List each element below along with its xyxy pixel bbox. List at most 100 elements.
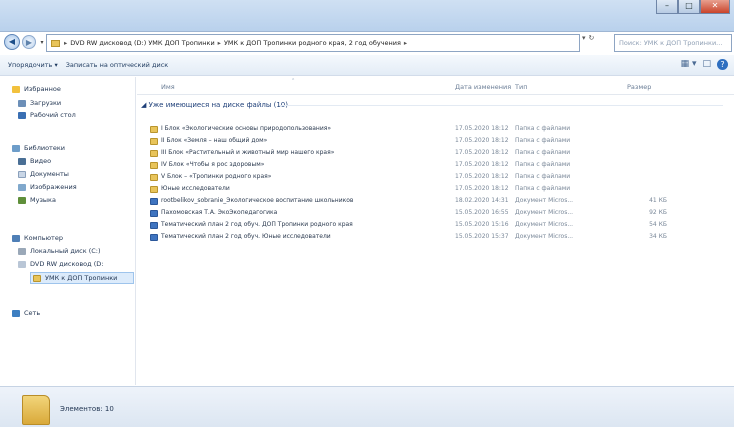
- folder-icon: [150, 174, 158, 181]
- library-icon: [12, 144, 20, 152]
- file-size: 34 КБ: [649, 233, 667, 240]
- preview-pane-icon[interactable]: □: [702, 59, 711, 70]
- sidebar-item-computer[interactable]: Компьютер: [12, 234, 63, 242]
- file-row[interactable]: Пахомовская Т.А. ЭкоЭкопедагогика 15.05.…: [137, 208, 734, 219]
- sidebar-item-label: Локальный диск (C:): [30, 247, 101, 255]
- desktop-icon: [18, 111, 26, 119]
- word-document-icon: [150, 198, 158, 205]
- sidebar-item-label: Библиотеки: [24, 144, 65, 152]
- sidebar-item-dvd[interactable]: DVD RW дисковод (D:: [18, 260, 103, 268]
- refresh-icon[interactable]: ↻: [589, 34, 595, 42]
- sidebar-item-libraries[interactable]: Библиотеки: [12, 144, 65, 152]
- sidebar-item-label: Избранное: [24, 85, 61, 93]
- file-row[interactable]: IV Блок «Чтобы я рос здоровым» 17.05.202…: [137, 160, 734, 171]
- file-type: Папка с файлами: [515, 173, 571, 180]
- burn-button[interactable]: Записать на оптический диск: [66, 61, 168, 69]
- sidebar-item-current-folder[interactable]: УМК к ДОП Тропинки: [30, 272, 134, 284]
- file-row[interactable]: Тематический план 2 год обуч. ДОП Тропин…: [137, 220, 734, 231]
- sidebar-item-favorites[interactable]: Избранное: [12, 85, 61, 93]
- file-date: 17.05.2020 18:12: [455, 173, 509, 180]
- address-controls: ▾ ↻: [582, 34, 594, 42]
- breadcrumb-dvd[interactable]: DVD RW дисковод (D:) УМК ДОП Тропинки: [70, 39, 214, 47]
- file-name: II Блок «Земля – наш общий дом»: [161, 137, 268, 144]
- sidebar-item-network[interactable]: Сеть: [12, 309, 40, 317]
- folder-icon: [150, 126, 158, 133]
- breadcrumb-current[interactable]: УМК к ДОП Тропинки родного края, 2 год о…: [224, 39, 401, 47]
- column-name[interactable]: Имя: [161, 83, 175, 91]
- sidebar-item-label: Изображения: [30, 183, 77, 191]
- toolbar-right: ▦ ▾ □ ?: [681, 59, 728, 70]
- disk-icon: [18, 247, 26, 255]
- address-dropdown-icon[interactable]: ▾: [582, 34, 586, 42]
- file-size: 92 КБ: [649, 209, 667, 216]
- sidebar-item-label: Рабочий стол: [30, 111, 76, 119]
- minimize-button[interactable]: –: [656, 0, 678, 14]
- folder-icon: [150, 162, 158, 169]
- sidebar-item-label: Компьютер: [24, 234, 63, 242]
- column-size[interactable]: Размер: [627, 83, 651, 91]
- breadcrumb-separator[interactable]: ▸: [218, 39, 221, 47]
- sidebar-item-images[interactable]: Изображения: [18, 183, 77, 191]
- dvd-icon: [18, 260, 26, 268]
- breadcrumb-separator[interactable]: ▸: [64, 39, 67, 47]
- file-type: Документ Micros...: [515, 221, 574, 228]
- folder-icon: [51, 39, 60, 47]
- sidebar-item-documents[interactable]: Документы: [18, 170, 69, 178]
- file-name: IV Блок «Чтобы я рос здоровым»: [161, 161, 265, 168]
- recent-pages-dropdown[interactable]: ▾: [38, 39, 46, 46]
- forward-button[interactable]: ▶: [22, 35, 36, 49]
- column-type[interactable]: Тип: [515, 83, 527, 91]
- sidebar-item-local-disk[interactable]: Локальный диск (C:): [18, 247, 101, 255]
- back-button[interactable]: ◀: [4, 34, 20, 50]
- file-name: Тематический план 2 год обуч. ДОП Тропин…: [161, 221, 353, 228]
- sidebar-item-video[interactable]: Видео: [18, 157, 51, 165]
- sidebar-item-label: Сеть: [24, 309, 41, 317]
- word-document-icon: [150, 222, 158, 229]
- file-name: III Блок «Растительный и животный мир на…: [161, 149, 335, 156]
- file-name: V Блок – «Тропинки родного края»: [161, 173, 272, 180]
- folder-icon: [150, 138, 158, 145]
- title-bar: – □ ✕: [0, 0, 734, 32]
- search-input[interactable]: Поиск: УМК к ДОП Тропинки...: [614, 34, 732, 52]
- file-type: Папка с файлами: [515, 125, 571, 132]
- file-date: 17.05.2020 18:12: [455, 125, 509, 132]
- file-row[interactable]: Юные исследователи 17.05.2020 18:12 Папк…: [137, 184, 734, 195]
- file-date: 15.05.2020 15:16: [455, 221, 509, 228]
- file-name: Юные исследователи: [161, 185, 230, 192]
- file-list: ⌃ Имя Дата изменения Тип Размер ◢ Уже им…: [137, 77, 734, 385]
- file-name: Тематический план 2 год обуч. Юные иссле…: [161, 233, 331, 240]
- file-date: 17.05.2020 18:12: [455, 137, 509, 144]
- maximize-button[interactable]: □: [678, 0, 700, 14]
- file-row[interactable]: III Блок «Растительный и животный мир на…: [137, 148, 734, 159]
- file-row[interactable]: I Блок «Экологические основы природополь…: [137, 124, 734, 135]
- folder-icon: [150, 150, 158, 157]
- sort-arrow-icon: ⌃: [291, 78, 296, 84]
- file-name: I Блок «Экологические основы природополь…: [161, 125, 332, 132]
- file-type: Документ Micros...: [515, 233, 574, 240]
- group-header[interactable]: ◢ Уже имеющиеся на диске файлы (10): [141, 101, 288, 109]
- close-button[interactable]: ✕: [700, 0, 730, 14]
- column-date[interactable]: Дата изменения: [455, 83, 511, 91]
- help-icon[interactable]: ?: [717, 59, 728, 70]
- file-size: 54 КБ: [649, 221, 667, 228]
- sidebar-item-label: Музыка: [30, 196, 56, 204]
- views-icon[interactable]: ▦ ▾: [681, 59, 697, 70]
- file-row[interactable]: Тематический план 2 год обуч. Юные иссле…: [137, 232, 734, 243]
- file-type: Папка с файлами: [515, 161, 571, 168]
- sidebar-item-label: Загрузки: [30, 99, 62, 107]
- file-date: 17.05.2020 18:12: [455, 161, 509, 168]
- images-icon: [18, 183, 26, 191]
- file-name: Пахомовская Т.А. ЭкоЭкопедагогика: [161, 209, 278, 216]
- organize-button[interactable]: Упорядочить ▾: [8, 61, 58, 69]
- command-bar: Упорядочить ▾ Записать на оптический дис…: [0, 55, 734, 76]
- sidebar-item-downloads[interactable]: Загрузки: [18, 99, 61, 107]
- file-row[interactable]: V Блок – «Тропинки родного края» 17.05.2…: [137, 172, 734, 183]
- sidebar-item-desktop[interactable]: Рабочий стол: [18, 111, 76, 119]
- breadcrumb-separator[interactable]: ▸: [404, 39, 407, 47]
- sidebar-item-music[interactable]: Музыка: [18, 196, 56, 204]
- file-date: 18.02.2020 14:31: [455, 197, 509, 204]
- file-row[interactable]: II Блок «Земля – наш общий дом» 17.05.20…: [137, 136, 734, 147]
- file-type: Папка с файлами: [515, 137, 571, 144]
- address-bar[interactable]: ▸ DVD RW дисковод (D:) УМК ДОП Тропинки …: [46, 34, 580, 52]
- file-row[interactable]: rootbelikov_sobranie_Экологическое воспи…: [137, 196, 734, 207]
